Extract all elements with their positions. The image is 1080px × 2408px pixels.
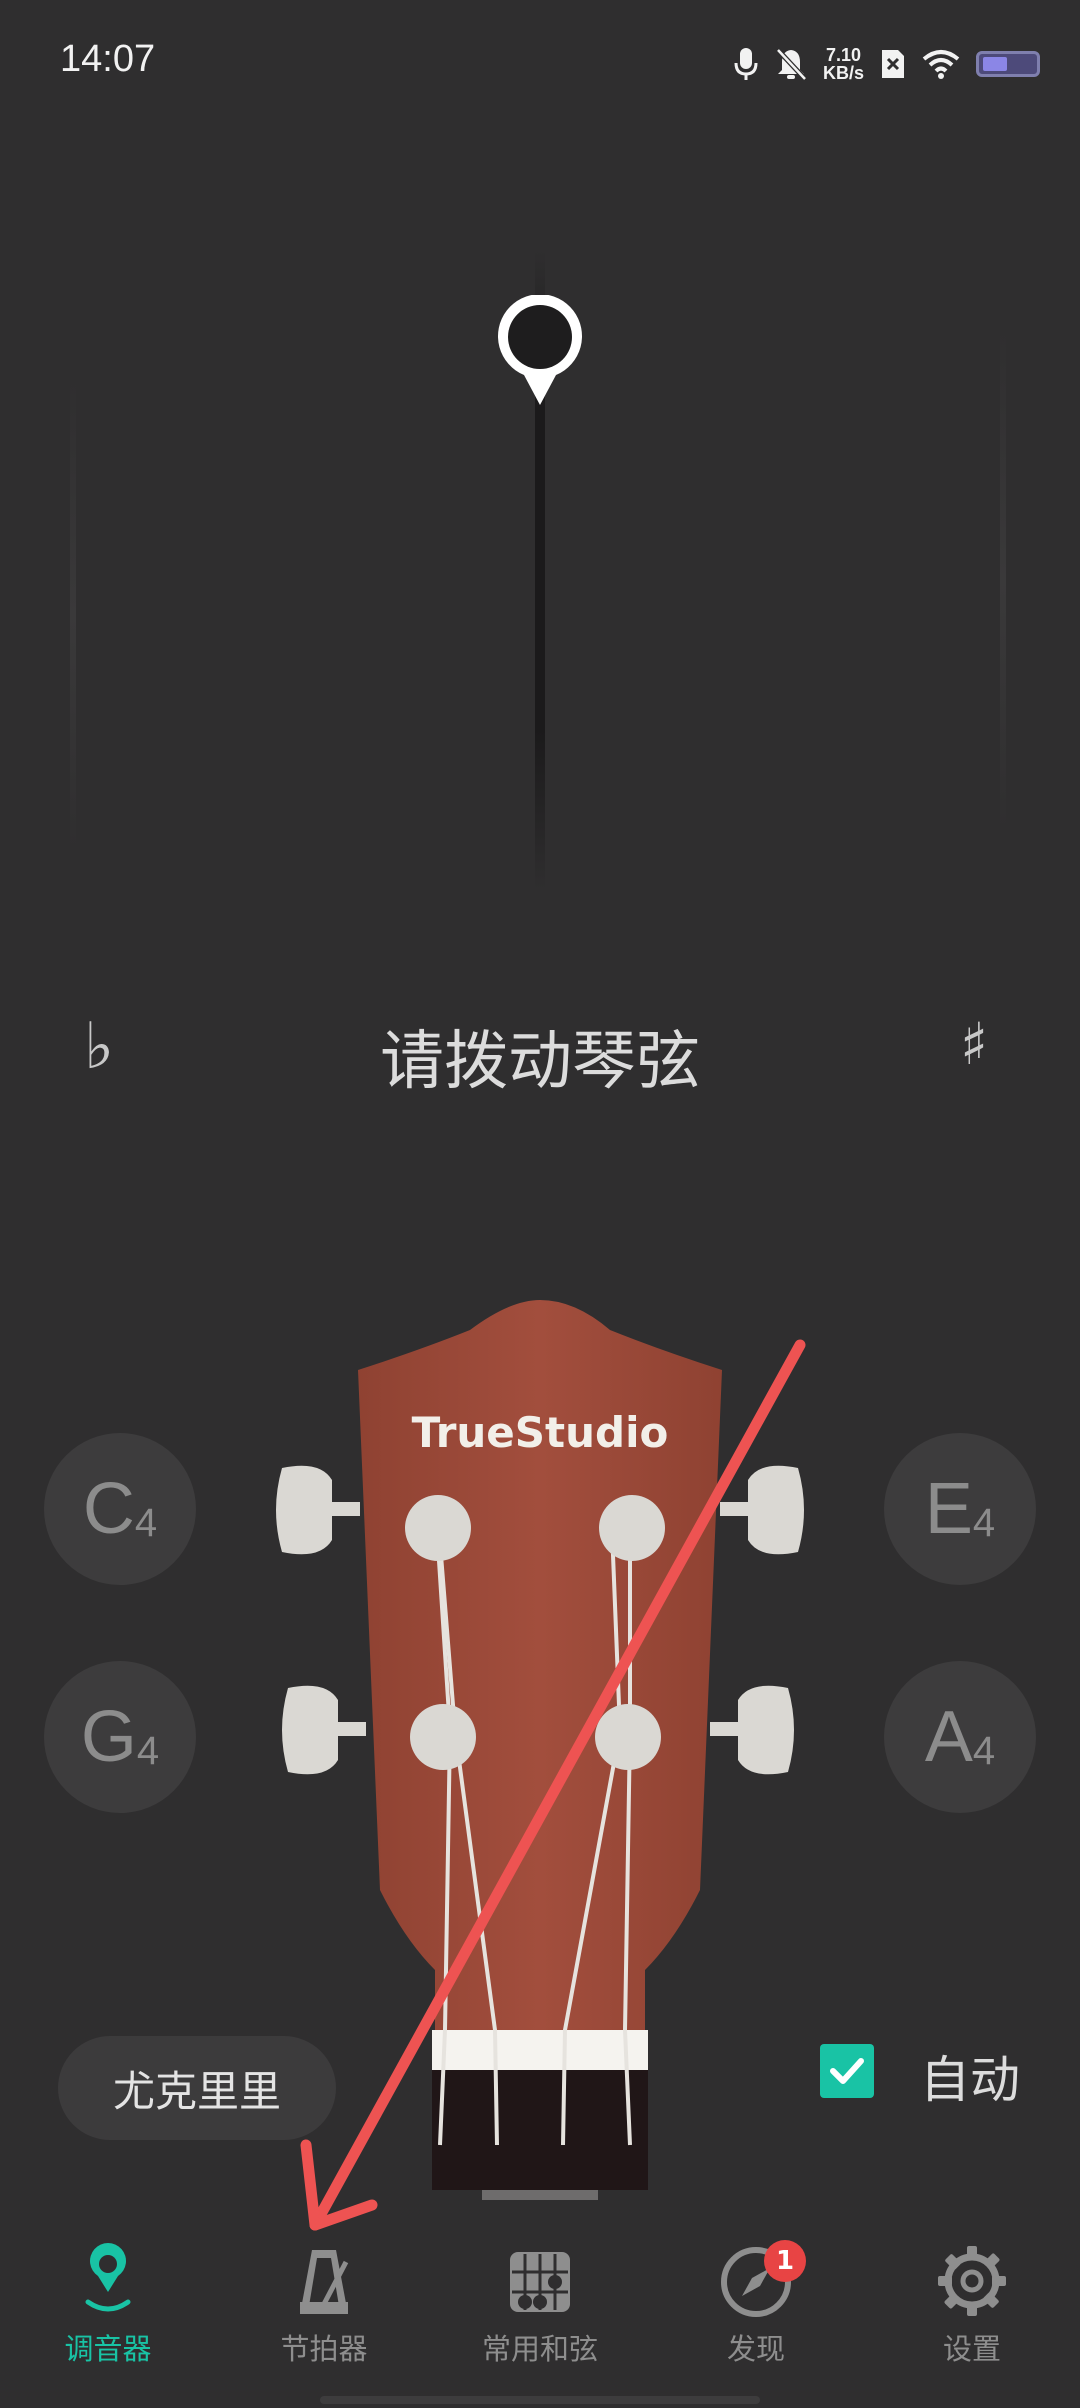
status-time: 14:07 [60,38,156,80]
net-speed: 7.10 KB/s [823,46,864,82]
nav-chords[interactable]: 常用和弦 [450,2240,630,2370]
nav-label: 设置 [942,2332,1001,2366]
nav-label: 发现 [726,2332,785,2366]
nav-settings[interactable]: 设置 [882,2240,1062,2370]
tuner-hint: 请拨动琴弦 [380,1025,700,1099]
nav-label: 节拍器 [280,2332,368,2366]
string-button-a4[interactable]: A4 [884,1661,1036,1813]
string-button-c4[interactable]: C4 [44,1433,196,1585]
brand-label: TrueStudio [411,1408,669,1457]
tuning-key-e [720,1465,804,1555]
tuning-key-a [710,1685,794,1775]
note-name: A [924,1697,973,1777]
note-octave: 4 [136,1728,160,1773]
note-octave: 4 [972,1500,996,1545]
note-octave: 4 [972,1728,996,1773]
string-button-e4[interactable]: E4 [884,1433,1036,1585]
note-octave: 4 [134,1500,158,1545]
pitch-pointer-icon [498,295,582,405]
note-name: C [82,1469,135,1549]
string-button-g4[interactable]: G4 [44,1661,196,1813]
gauge-scale-right [1000,330,1006,830]
nav-discover[interactable]: 发现 1 [666,2240,846,2370]
net-speed-value: 7.10 [825,45,862,65]
wifi-icon [922,50,960,79]
gauge-scale-left [70,380,76,850]
sharp-indicator: ♯ [960,1010,989,1078]
auto-checkbox[interactable] [820,2044,874,2098]
tuning-key-g [282,1685,366,1775]
nav-label: 常用和弦 [481,2332,598,2366]
sim-blocked-icon [882,50,904,78]
auto-label: 自动 [920,2051,1020,2109]
home-indicator[interactable] [320,2396,760,2404]
note-name: G [80,1697,137,1777]
status-icons: 7.10 KB/s [733,40,1040,88]
gear-icon [938,2246,1006,2316]
note-name: E [924,1469,973,1549]
check-icon [830,2058,864,2084]
net-speed-unit: KB/s [822,63,864,83]
nav-tuner[interactable]: 调音器 [18,2240,198,2370]
tuner-pin-icon [85,2243,131,2312]
battery-icon [976,51,1040,77]
microphone-icon [734,48,758,80]
metronome-icon [300,2250,349,2314]
nav-metronome[interactable]: 节拍器 [234,2240,414,2370]
nav-label: 调音器 [64,2332,152,2366]
instrument-selector-button[interactable]: 尤克里里 [58,2036,336,2140]
chord-grid-icon [510,2252,570,2312]
tuning-key-c [276,1465,360,1555]
bell-muted-icon [776,48,807,81]
notification-badge: 1 [764,2240,806,2282]
